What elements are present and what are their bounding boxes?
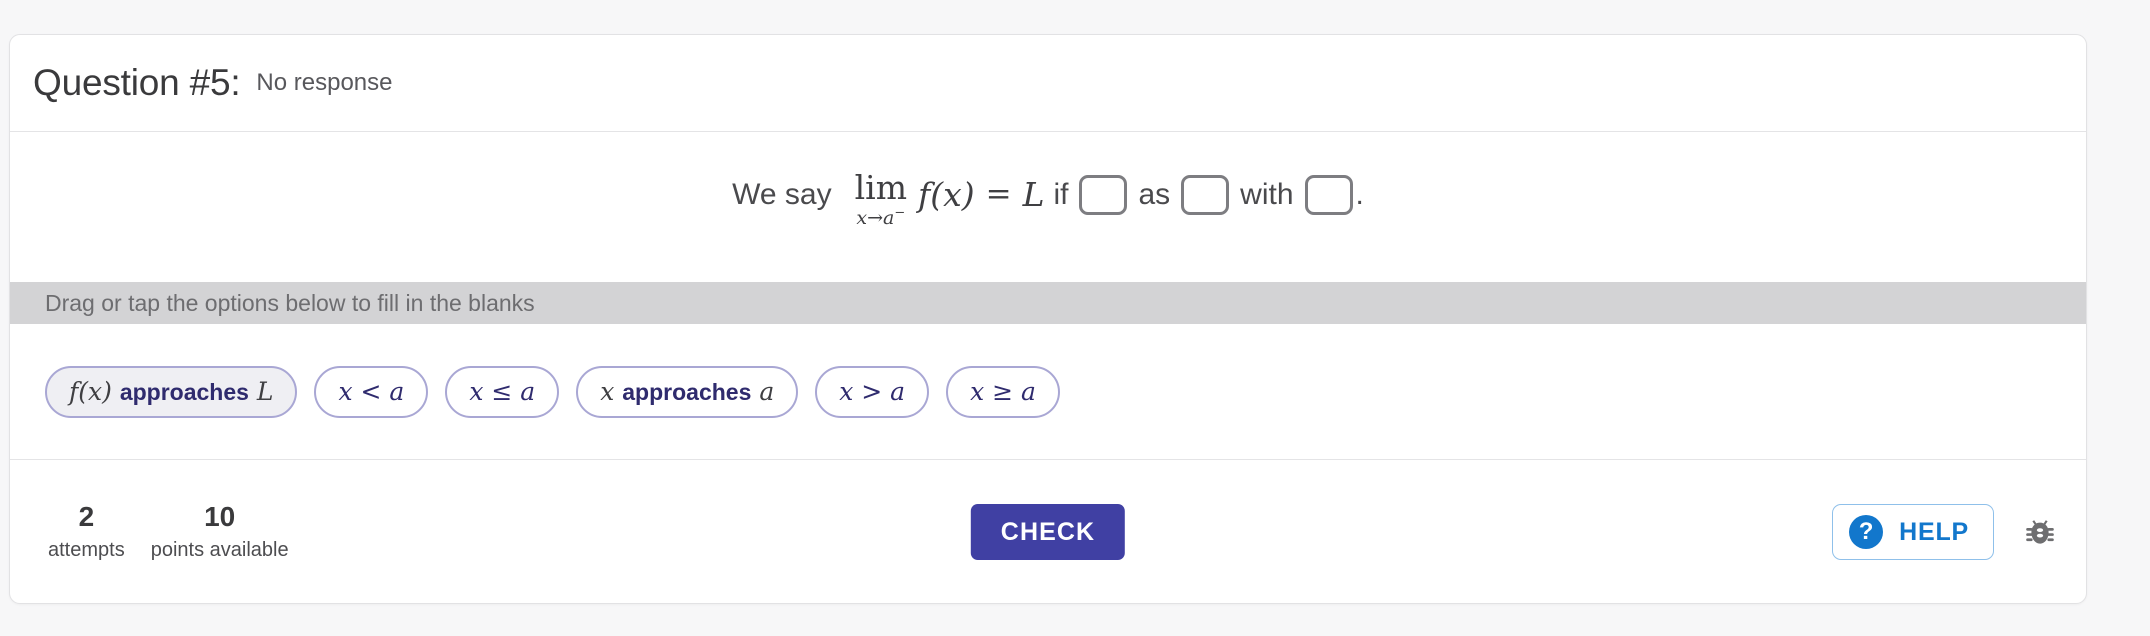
- limit-subscript: x→a−: [856, 205, 906, 229]
- points-stat: 10 points available: [151, 501, 289, 562]
- question-card: Question #5: No response We say lim x→a−…: [9, 34, 2087, 604]
- points-label: points available: [150, 538, 289, 561]
- option-chip-label: f(x) approaches L: [69, 379, 273, 404]
- attempts-count: 2: [78, 501, 95, 533]
- check-button[interactable]: CHECK: [970, 504, 1126, 560]
- connector-if: if: [1053, 177, 1069, 211]
- option-math-part: x: [600, 377, 615, 406]
- connector-with: with: [1240, 177, 1294, 211]
- option-chip-label: x < a: [338, 377, 405, 406]
- blank-slot-1[interactable]: [1079, 174, 1128, 215]
- sentence-terminator: .: [1355, 177, 1364, 211]
- equals-sign: =: [985, 176, 1012, 212]
- question-page: Question #5: No response We say lim x→a−…: [0, 0, 2150, 636]
- option-chip-label: x ≤ a: [469, 377, 536, 406]
- bug-report-button[interactable]: [2022, 514, 2058, 550]
- option-bold-part: approaches: [119, 379, 249, 405]
- option-chip-x-less-than-a[interactable]: x < a: [314, 365, 429, 418]
- limit-subscript-arrow: →: [867, 207, 883, 229]
- connector-as: as: [1138, 177, 1171, 211]
- attempts-label: attempts: [48, 538, 125, 561]
- option-chip-x-less-equal-a[interactable]: x ≤ a: [445, 365, 560, 418]
- response-status: No response: [256, 69, 393, 96]
- blank-slot-3[interactable]: [1304, 174, 1353, 215]
- instruction-text: Drag or tap the options below to fill in…: [45, 289, 535, 316]
- option-chip-label: x approaches a: [600, 379, 774, 404]
- option-math-part: f(x): [69, 377, 112, 406]
- limit-subscript-side: −: [894, 205, 906, 221]
- bug-icon: [2026, 520, 2054, 544]
- math-statement: We say lim x→a− f(x) = L if as with .: [732, 166, 1364, 228]
- help-button-label: HELP: [1899, 517, 1969, 546]
- limit-value: L: [1022, 175, 1045, 214]
- option-bold-part: approaches: [622, 379, 752, 405]
- limit-subscript-var: x: [856, 207, 868, 229]
- prompt-lead-text: We say: [732, 177, 832, 211]
- prompt-region: We say lim x→a− f(x) = L if as with .: [10, 132, 2086, 282]
- page-title: Question #5:: [33, 62, 241, 103]
- instruction-bar: Drag or tap the options below to fill in…: [10, 282, 2086, 324]
- option-tail-part: a: [759, 377, 775, 406]
- option-chip-x-approaches-a[interactable]: x approaches a: [576, 365, 799, 418]
- attempts-stat: 2 attempts: [48, 501, 125, 562]
- option-chip-x-greater-equal-a[interactable]: x ≥ a: [946, 365, 1060, 418]
- options-region: f(x) approaches L x < a x ≤ a x approach…: [10, 324, 2086, 460]
- footer-right-group: ? HELP: [1832, 504, 2058, 560]
- question-header: Question #5: No response: [10, 35, 2086, 132]
- option-tail-part: L: [256, 377, 274, 406]
- limit-operator: lim x→a−: [855, 171, 907, 228]
- help-button[interactable]: ? HELP: [1832, 504, 1994, 560]
- blank-slot-2[interactable]: [1181, 174, 1230, 215]
- points-count: 10: [204, 501, 236, 533]
- limit-subscript-target: a: [883, 207, 895, 229]
- option-chip-x-greater-than-a[interactable]: x > a: [815, 365, 930, 418]
- function-expression: f(x): [918, 175, 975, 214]
- limit-operator-label: lim: [854, 168, 907, 207]
- stats-group: 2 attempts 10 points available: [48, 501, 315, 562]
- question-circle-icon: ?: [1849, 515, 1884, 549]
- question-footer: 2 attempts 10 points available CHECK ? H…: [10, 460, 2086, 603]
- option-chip-fx-approaches-l[interactable]: f(x) approaches L: [45, 365, 298, 418]
- option-chip-label: x ≥ a: [970, 377, 1036, 406]
- option-chip-label: x > a: [839, 377, 906, 406]
